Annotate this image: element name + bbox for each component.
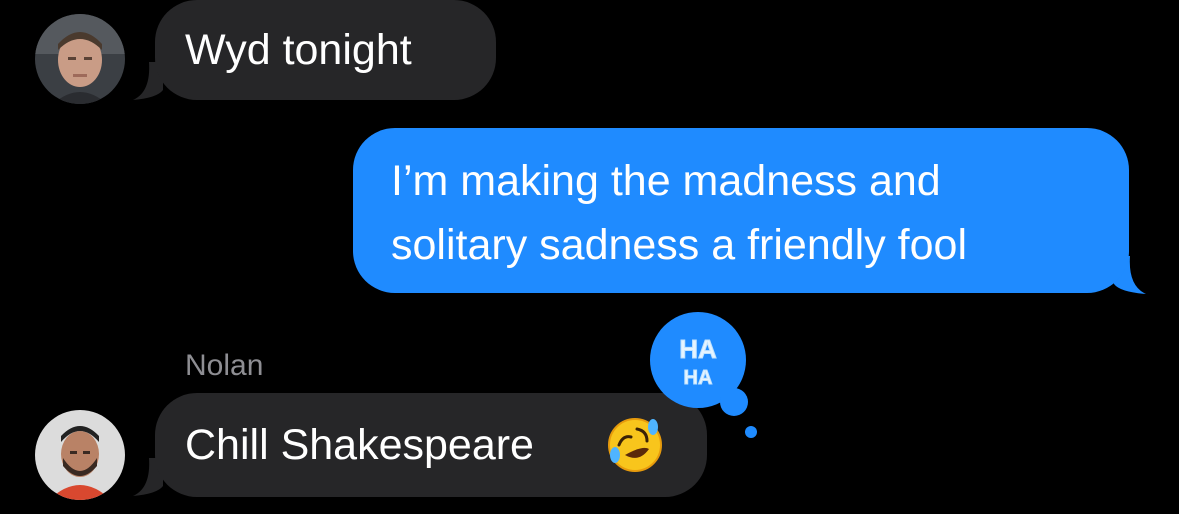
message-text: Chill Shakespeare (185, 421, 534, 469)
message-text: Wyd tonight (185, 26, 412, 74)
sender-name: Nolan (185, 349, 264, 382)
avatar-photo-icon (35, 14, 125, 104)
reaction-text-line-2: HA (684, 367, 713, 389)
message-text-line-1: I’m making the madness and (391, 157, 941, 205)
contact-avatar-1[interactable] (35, 14, 125, 104)
message-thread: Wyd tonight I’m making the madness and s… (0, 0, 1179, 514)
avatar-photo-icon (35, 410, 125, 500)
message-bubble-outgoing-1[interactable]: I’m making the madness and solitary sadn… (353, 128, 1129, 293)
reaction-text-line-1: HA (679, 334, 717, 364)
haha-reaction-badge[interactable]: HA HA (648, 312, 758, 442)
contact-avatar-2[interactable] (35, 410, 125, 500)
message-bubble-incoming-1[interactable]: Wyd tonight (155, 0, 496, 100)
message-text-line-2: solitary sadness a friendly fool (391, 221, 968, 269)
message-bubble-incoming-2[interactable]: Chill Shakespeare (155, 393, 707, 497)
